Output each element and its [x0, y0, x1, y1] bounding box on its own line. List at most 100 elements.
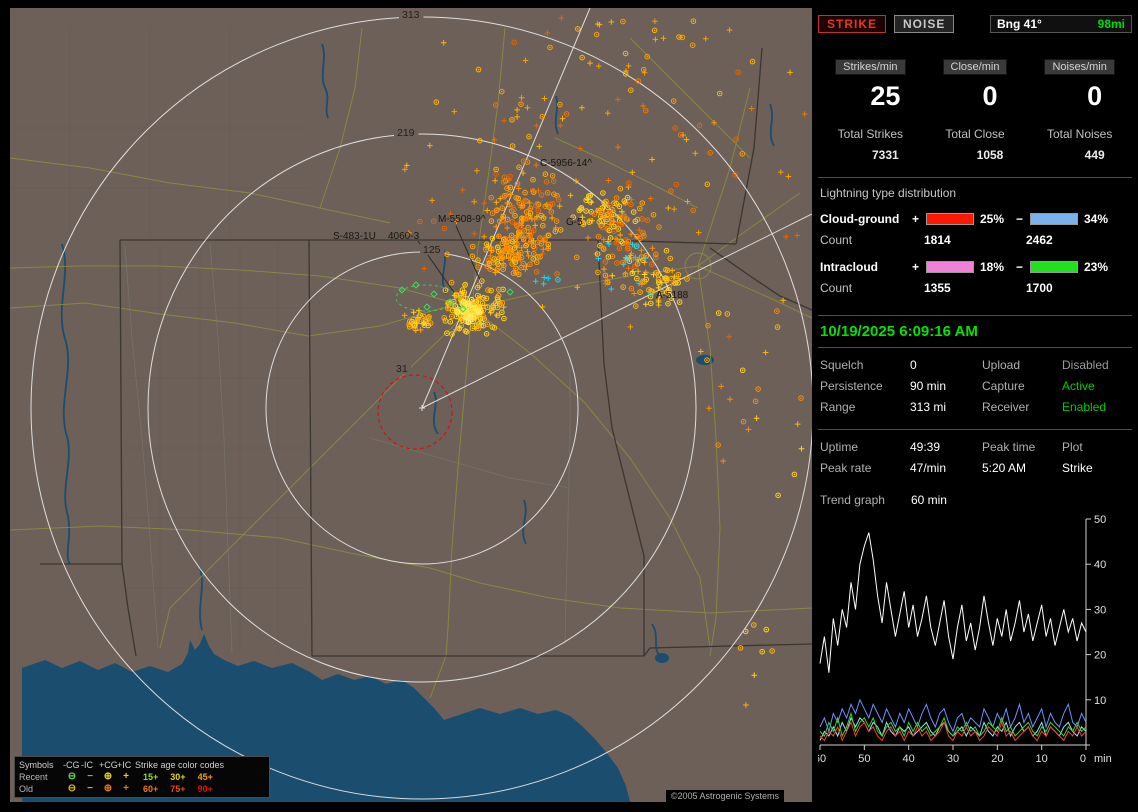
trend-graph-header: Trend graph 60 min [818, 493, 1132, 507]
range-label: Range [820, 400, 856, 414]
squelch-label: Squelch [820, 358, 864, 372]
svg-text:S-483-1U: S-483-1U [333, 231, 376, 242]
noise-indicator-button[interactable]: NOISE [894, 15, 955, 33]
persistence-value: 90 min [910, 379, 947, 393]
cg-negative-color-bar [1030, 213, 1078, 225]
cg-negative-count: 2462 [1026, 233, 1053, 247]
divider [818, 177, 1132, 178]
svg-text:31: 31 [396, 363, 408, 375]
total-strikes-label: Total Strikes [837, 127, 904, 141]
cg-negative-percent: 34% [1084, 212, 1109, 226]
plot-mode-value: Strike [1062, 461, 1093, 475]
settings-grid: Squelch 0 Upload Disabled Persistence 90… [818, 358, 1132, 414]
distribution-title: Lightning type distribution [820, 186, 957, 200]
svg-text:4060-3: 4060-3 [388, 231, 420, 242]
receiver-status: Enabled [1062, 400, 1107, 414]
intracloud-label: Intracloud [820, 260, 879, 274]
divider [818, 429, 1132, 430]
receiver-label: Receiver [982, 400, 1030, 414]
bearing-label: Bng 41° [997, 17, 1042, 31]
strike-legend: Symbols -CG -IC +CG +IC Strike age color code… [14, 756, 270, 798]
capture-status: Active [1062, 379, 1095, 393]
cg-positive-color-bar [926, 213, 974, 225]
upload-label: Upload [982, 358, 1021, 372]
strikes-per-min-panel: Strikes/min 25 Total Strikes 7331 [818, 59, 923, 162]
svg-text:20: 20 [1094, 650, 1106, 662]
peak-rate-label: Peak rate [820, 461, 872, 475]
ic-negative-color-bar [1030, 261, 1078, 273]
positive-sign: + [912, 212, 920, 226]
datetime-display: 10/19/2025 6:09:16 AM [820, 323, 978, 340]
noises-per-min-badge[interactable]: Noises/min [1044, 59, 1115, 75]
svg-text:30: 30 [1094, 604, 1106, 616]
svg-text:40: 40 [903, 753, 915, 765]
positive-sign: + [912, 260, 920, 274]
plot-label: Plot [1062, 440, 1083, 454]
close-per-min-value: 0 [982, 81, 998, 111]
app-window: 313 219 125 31 C-5956-14^ M-5508-9^ S-483-1U 40… [0, 0, 1138, 812]
total-strikes-value: 7331 [871, 148, 899, 162]
cg-count-label: Count [820, 233, 853, 247]
close-per-min-panel: Close/min 0 Total Close 1058 [923, 59, 1028, 162]
trend-graph-window: 60 min [910, 493, 947, 507]
peak-time-label: Peak time [982, 440, 1036, 454]
rate-panels: Strikes/min 25 Total Strikes 7331 Close/… [818, 59, 1132, 162]
uptime-label: Uptime [820, 440, 859, 454]
svg-text:50: 50 [858, 753, 870, 765]
noises-per-min-panel: Noises/min 0 Total Noises 449 [1027, 59, 1132, 162]
ic-negative-count: 1700 [1026, 281, 1053, 295]
svg-text:219: 219 [397, 127, 415, 139]
ic-count-label: Count [820, 281, 853, 295]
persistence-label: Persistence [820, 379, 883, 393]
squelch-value: 0 [910, 358, 917, 372]
bearing-readout: Bng 41° 98mi [990, 15, 1132, 33]
divider [818, 315, 1132, 316]
trend-graph-label: Trend graph [820, 493, 885, 507]
svg-text:C-5956-14^: C-5956-14^ [540, 158, 592, 169]
svg-text:10: 10 [1036, 753, 1048, 765]
svg-text:M-5508-9^: M-5508-9^ [438, 214, 486, 225]
total-close-value: 1058 [976, 148, 1004, 162]
svg-text:313: 313 [402, 9, 420, 21]
svg-text:30: 30 [947, 753, 959, 765]
intracloud-row: Intracloud + 18% − 23% Count 1355 1700 [818, 258, 1132, 300]
total-noises-label: Total Noises [1046, 127, 1113, 141]
trend-graph-background [818, 513, 1126, 775]
cg-positive-percent: 25% [980, 212, 1005, 226]
upload-status: Disabled [1062, 358, 1109, 372]
copyright-text: ©2005 Astrogenic Systems [665, 790, 784, 802]
bearing-distance: 98mi [1097, 17, 1125, 31]
peak-rate-value: 47/min [910, 461, 947, 475]
svg-text:50: 50 [1094, 514, 1106, 526]
close-per-min-badge[interactable]: Close/min [942, 59, 1008, 75]
ic-positive-color-bar [926, 261, 974, 273]
svg-text:A-5188: A-5188 [656, 290, 689, 301]
sidebar: STRIKE NOISE Bng 41° 98mi Strikes/min 25… [818, 0, 1132, 812]
uptime-value: 49:39 [910, 440, 941, 454]
status-grid: Uptime 49:39 Peak time Plot Peak rate 47… [818, 440, 1132, 475]
total-noises-value: 449 [1084, 148, 1105, 162]
lightning-map[interactable]: 313 219 125 31 C-5956-14^ M-5508-9^ S-483-1U 40… [9, 7, 814, 802]
strikes-per-min-value: 25 [870, 81, 901, 111]
divider [818, 347, 1132, 348]
ic-positive-count: 1355 [924, 281, 951, 295]
negative-sign: − [1016, 260, 1024, 274]
strikes-per-min-badge[interactable]: Strikes/min [835, 59, 906, 75]
capture-label: Capture [982, 379, 1025, 393]
topbar: STRIKE NOISE Bng 41° 98mi [818, 15, 1132, 33]
cloud-ground-row: Cloud-ground + 25% − 34% Count 1814 2462 [818, 210, 1132, 252]
ic-positive-percent: 18% [980, 260, 1005, 274]
ic-negative-percent: 23% [1084, 260, 1109, 274]
range-value: 313 mi [910, 400, 947, 414]
cg-positive-count: 1814 [924, 233, 951, 247]
peak-time-value: 5:20 AM [982, 461, 1027, 475]
svg-text:10: 10 [1094, 695, 1106, 707]
strike-indicator-button[interactable]: STRIKE [818, 15, 887, 33]
cloud-ground-label: Cloud-ground [820, 212, 900, 226]
map-canvas[interactable]: 313 219 125 31 C-5956-14^ M-5508-9^ S-483-1U 40… [9, 7, 814, 802]
svg-text:40: 40 [1094, 559, 1106, 571]
total-close-label: Total Close [945, 127, 1005, 141]
svg-text:20: 20 [991, 753, 1003, 765]
negative-sign: − [1016, 212, 1024, 226]
noises-per-min-value: 0 [1087, 81, 1103, 111]
